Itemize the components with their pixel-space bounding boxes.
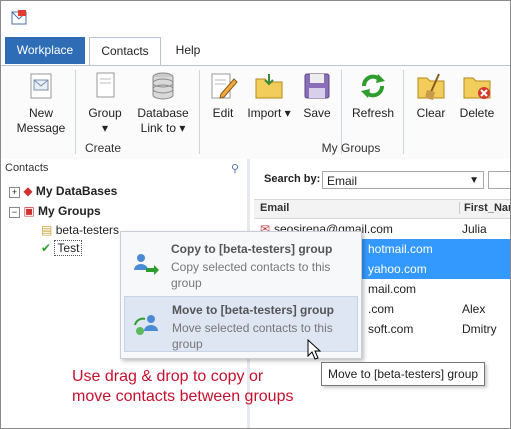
contacts-pane-title: Contacts	[5, 162, 49, 174]
import-button[interactable]: Import ▾	[247, 70, 291, 121]
cell-first-name: Dmitry	[462, 322, 497, 336]
note-line-1: Use drag & drop to copy or	[72, 368, 264, 385]
cell-email: mail.com	[368, 282, 417, 296]
cell-email: hotmail.com	[368, 242, 433, 256]
expand-plus-icon[interactable]: +	[9, 187, 20, 198]
ribbon-tabs: Workplace Contacts Help	[1, 37, 510, 66]
edit-icon	[211, 73, 238, 99]
find-contacts-icon[interactable]: ⚲	[231, 162, 239, 175]
new-message-icon	[30, 73, 52, 99]
new-message-button[interactable]: New Message	[13, 70, 69, 136]
refresh-label: Refresh	[351, 106, 395, 120]
search-input[interactable]	[488, 171, 510, 189]
ribbon-separator	[75, 70, 76, 154]
copy-to-group-option[interactable]: Copy to [beta-testers] group Copy select…	[124, 236, 358, 292]
contacts-pane-header: Contacts ⚲	[5, 162, 243, 180]
new-message-label-2: Message	[16, 121, 66, 135]
ribbon: New Message Group ▾ Database Link to ▾ E…	[1, 65, 510, 160]
cell-first-name: Julia	[462, 222, 487, 236]
move-option-description: Move selected contacts to this group	[172, 321, 333, 351]
databases-icon: ◆	[23, 184, 33, 198]
edit-label: Edit	[212, 106, 234, 120]
cell-email: soft.com	[368, 322, 414, 336]
tree-node-beta-testers[interactable]: ▤ beta-testers	[41, 223, 119, 237]
copy-contacts-icon	[134, 254, 159, 275]
document-icon	[96, 72, 115, 98]
move-option-title: Move to [beta-testers] group	[172, 303, 335, 317]
cell-first-name: Alex	[462, 302, 486, 316]
grid-header: Email First_Nar	[254, 199, 510, 219]
ribbon-separator	[199, 70, 200, 154]
app-logo-icon	[11, 10, 27, 25]
chevron-down-icon: ▼	[469, 175, 479, 186]
tab-help[interactable]: Help	[165, 37, 211, 64]
copy-option-description: Copy selected contacts to this group	[171, 260, 331, 290]
database-link-button[interactable]: Database Link to ▾	[133, 70, 193, 136]
instruction-note: Use drag & drop to copy or move contacts…	[72, 367, 293, 407]
cell-email: .com	[368, 302, 395, 316]
group-check-icon: ✔	[41, 241, 52, 255]
tab-contacts[interactable]: Contacts	[89, 37, 161, 66]
database-link-label-2: Link to	[140, 121, 176, 135]
column-header-first-name[interactable]: First_Nar	[459, 202, 510, 214]
clear-button[interactable]: Clear	[411, 70, 451, 121]
database-link-label-1: Database	[137, 106, 189, 120]
chevron-down-icon: ▾	[176, 121, 186, 135]
clear-broom-icon	[417, 73, 445, 100]
clear-label: Clear	[416, 106, 446, 120]
tree-label-my-databases: My DataBases	[35, 184, 118, 198]
ribbon-separator	[403, 70, 404, 154]
tree-label-beta-testers: beta-testers	[55, 223, 120, 237]
column-header-email[interactable]: Email	[260, 202, 289, 214]
tree-node-test[interactable]: ✔ Test	[41, 240, 83, 256]
group-label: Group	[88, 106, 122, 120]
group-label-create: Create	[85, 141, 122, 155]
save-icon	[304, 73, 330, 99]
tree-label-my-groups: My Groups	[38, 204, 101, 218]
tree-node-my-groups[interactable]: − ▣ My Groups	[9, 204, 101, 218]
save-button[interactable]: Save	[297, 70, 337, 121]
import-folder-icon	[255, 74, 283, 99]
search-by-value: Email	[327, 174, 358, 188]
delete-label: Delete	[459, 106, 495, 120]
database-icon	[152, 72, 174, 100]
app-window: Workplace Contacts Help New Message Grou…	[0, 0, 511, 429]
chevron-down-icon: ▾	[101, 121, 109, 135]
cell-email: yahoo.com	[368, 262, 427, 276]
move-contacts-icon	[134, 315, 158, 335]
drag-drop-menu: Copy to [beta-testers] group Copy select…	[120, 231, 362, 359]
search-by-select[interactable]: Email ▼	[322, 171, 484, 189]
copy-option-title: Copy to [beta-testers] group	[171, 242, 333, 256]
save-label: Save	[303, 106, 331, 120]
mouse-cursor-icon	[307, 339, 321, 360]
import-label: Import	[247, 106, 282, 120]
tree-node-my-databases[interactable]: + ◆ My DataBases	[9, 184, 117, 198]
chevron-down-icon: ▾	[281, 106, 291, 120]
move-to-group-option[interactable]: Move to [beta-testers] group Move select…	[124, 296, 358, 352]
edit-button[interactable]: Edit	[205, 70, 241, 121]
group-label-my-groups: My Groups	[321, 141, 381, 155]
new-message-label-1: New	[28, 106, 53, 120]
refresh-button[interactable]: Refresh	[349, 70, 397, 121]
delete-button[interactable]: Delete	[455, 70, 499, 121]
groups-icon: ▣	[23, 204, 35, 218]
move-tooltip: Move to [beta-testers] group	[321, 362, 486, 386]
tab-workplace[interactable]: Workplace	[5, 37, 85, 64]
delete-folder-icon	[463, 77, 491, 99]
group-button[interactable]: Group ▾	[85, 70, 125, 136]
refresh-icon	[361, 74, 385, 98]
note-line-2: move contacts between groups	[72, 388, 294, 405]
group-file-icon: ▤	[41, 223, 53, 237]
search-by-label: Search by:	[264, 173, 321, 185]
title-bar	[1, 1, 510, 37]
collapse-minus-icon[interactable]: −	[9, 207, 20, 218]
tree-label-test: Test	[54, 240, 83, 256]
